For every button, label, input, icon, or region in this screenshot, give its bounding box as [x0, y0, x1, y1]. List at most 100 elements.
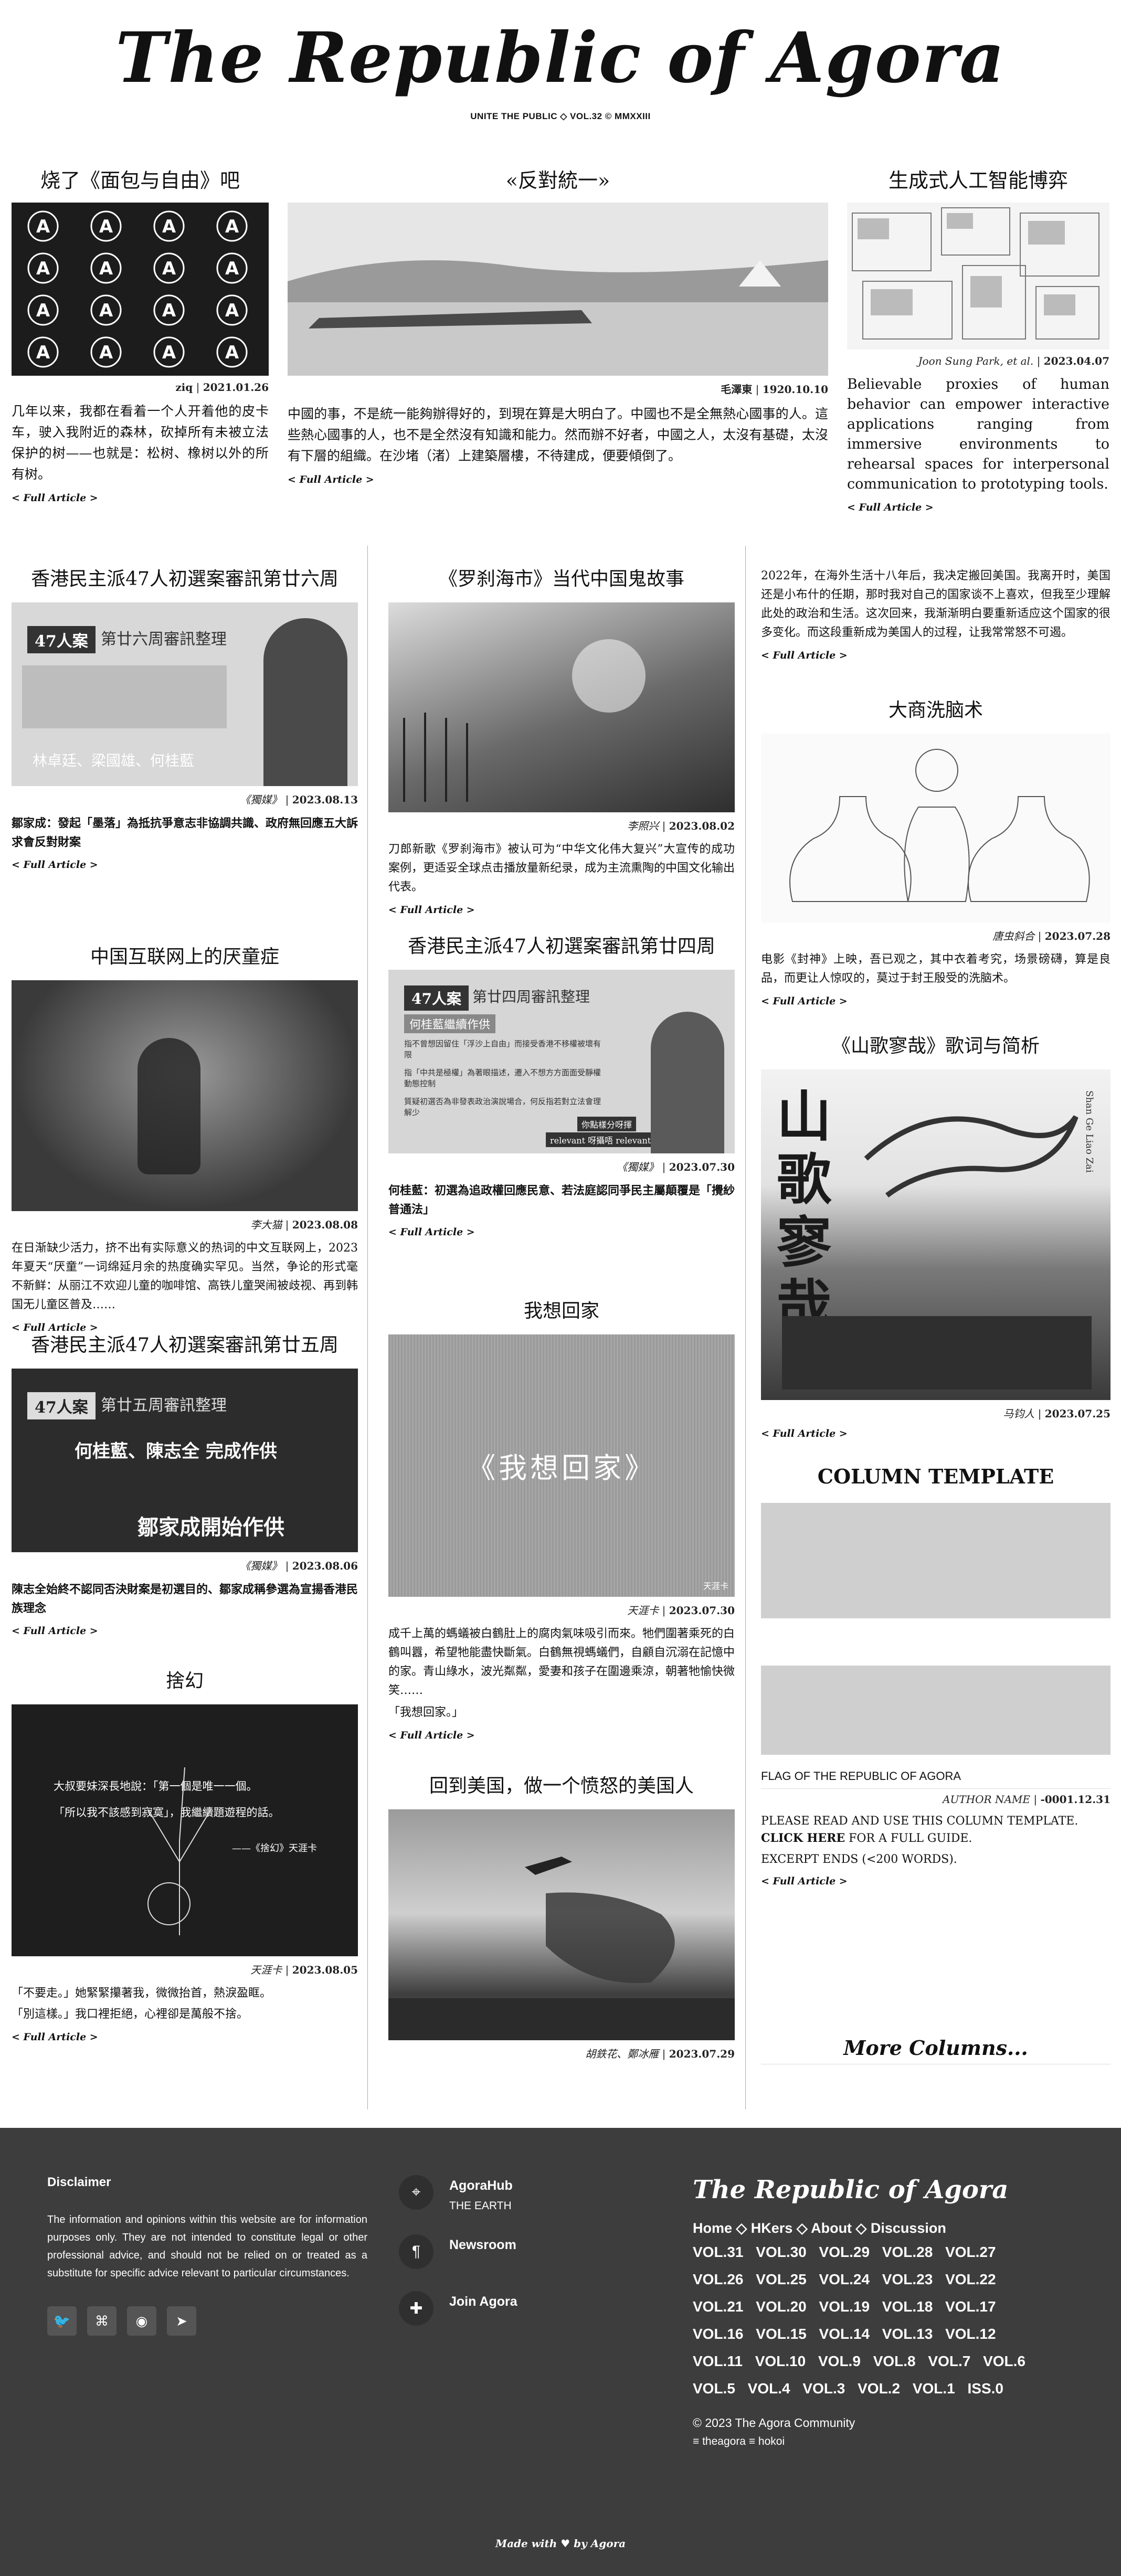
article-excerpt: 陳志全始終不認同否決財案是初選目的、鄒家成稱參選為宣揚香港民族理念 [12, 1583, 358, 1615]
full-article-link[interactable]: < Full Article > [388, 904, 475, 916]
article-title[interactable]: 烧了《面包与自由》吧 [12, 168, 269, 193]
article-shan-ge-liao-zai: 《山歌寥哉》歌词与简析 山歌寥哉 Shan Ge Liao Zai 马钧人 | … [761, 1034, 1111, 1439]
article-image: AAAA AAAA AAAA AAAA [12, 203, 269, 376]
image-bullet: 指不曾想因留住「浮沙上自由」而接受香港不移權被壞有限 [404, 1039, 601, 1059]
telegram-icon[interactable]: ➤ [167, 2306, 196, 2336]
full-article-link[interactable]: < Full Article > [12, 1322, 98, 1333]
article-title[interactable]: 生成式人工智能博弈 [847, 168, 1109, 193]
volume-link[interactable]: VOL.9 [818, 2353, 861, 2369]
image-quote: 你點樣分呀揮 [577, 1117, 637, 1131]
volume-link[interactable]: VOL.23 [882, 2271, 933, 2287]
full-article-link[interactable]: < Full Article > [761, 995, 848, 1007]
click-here-link[interactable]: CLICK HERE [761, 1831, 845, 1845]
article-want-to-go-home: 我想回家 《我想回家》 天涯卡 天涯卡 | 2023.07.30 成千上萬的螞蟻… [388, 1299, 735, 1741]
full-article-link[interactable]: < Full Article > [761, 1875, 848, 1887]
article-meta: 《獨媒》 | 2023.08.06 [240, 1560, 358, 1572]
volume-link[interactable]: VOL.5 [693, 2380, 735, 2397]
volume-link[interactable]: VOL.21 [693, 2298, 743, 2315]
full-article-link[interactable]: < Full Article > [388, 1226, 475, 1238]
image-panel [22, 665, 227, 728]
article-title[interactable]: «反對統一» [288, 168, 828, 193]
volume-link[interactable]: ISS.0 [968, 2380, 1003, 2397]
more-columns-link[interactable]: More Columns... [761, 2036, 1111, 2064]
volume-link[interactable]: VOL.18 [882, 2298, 933, 2315]
volume-link[interactable]: VOL.2 [858, 2380, 900, 2397]
volume-link[interactable]: VOL.28 [882, 2244, 933, 2260]
article-angry-american-cont: 2022年，在海外生活十八年后，我决定搬回美国。我离开时，美国还是小布什的任期，… [761, 567, 1111, 661]
volume-link[interactable]: VOL.13 [882, 2326, 933, 2342]
volume-link[interactable]: VOL.26 [693, 2271, 743, 2287]
article-excerpt: Believable proxies of human behavior can… [847, 376, 1109, 492]
join-agora-link[interactable]: ✚ Join Agora [399, 2291, 661, 2326]
twitter-icon[interactable]: 🐦 [47, 2306, 77, 2336]
svg-text:A: A [225, 342, 239, 363]
volume-link[interactable]: VOL.24 [819, 2271, 870, 2287]
volume-link[interactable]: VOL.6 [983, 2353, 1025, 2369]
volume-link[interactable]: VOL.15 [756, 2326, 806, 2342]
newsroom-link[interactable]: ¶ Newsroom [399, 2234, 661, 2269]
article-excerpt: 「別這樣。」我口裡拒絕，心裡卻是萬般不捨。 [12, 2008, 249, 2021]
article-title[interactable]: 大商洗脑术 [761, 698, 1111, 723]
volume-link[interactable]: VOL.31 [693, 2244, 743, 2260]
article-title[interactable]: COLUMN TEMPLATE [761, 1464, 1111, 1489]
article-image [761, 734, 1111, 923]
full-article-link[interactable]: < Full Article > [12, 492, 98, 504]
github-icon[interactable]: ⌘ [87, 2306, 117, 2336]
site-title[interactable]: The Republic of Agora [0, 19, 1121, 98]
template-text: CLICK HERE FOR A FULL GUIDE. [761, 1831, 972, 1845]
volume-link[interactable]: VOL.4 [748, 2380, 790, 2397]
column-divider [745, 546, 746, 2109]
article-excerpt: 何桂藍：初選為追政權回應民意、若法庭認同爭民主屬顛覆是「攪紗普通法」 [388, 1184, 735, 1216]
volume-link[interactable]: VOL.7 [928, 2353, 970, 2369]
article-bread-and-freedom: 烧了《面包与自由》吧 AAAA AAAA AAAA AAAA ziq | 202… [12, 168, 269, 504]
footer-menu[interactable]: Home ◇ HKers ◇ About ◇ Discussion [693, 2220, 1060, 2236]
full-article-link[interactable]: < Full Article > [12, 2031, 98, 2043]
volume-link[interactable]: VOL.16 [693, 2326, 743, 2342]
article-title[interactable]: 香港民主派47人初選案審訊第廿四周 [388, 934, 735, 959]
full-article-link[interactable]: < Full Article > [288, 474, 374, 485]
article-meta: 唐虫斜合 | 2023.07.28 [992, 930, 1111, 942]
article-title[interactable]: 回到美国，做一个愤怒的美国人 [388, 1774, 735, 1799]
article-title[interactable]: 香港民主派47人初選案審訊第廿五周 [12, 1333, 358, 1358]
image-headline: 第廿五周審訊整理 [101, 1396, 227, 1415]
full-article-link[interactable]: < Full Article > [388, 1730, 475, 1741]
volume-link[interactable]: VOL.3 [802, 2380, 845, 2397]
full-article-link[interactable]: < Full Article > [761, 650, 848, 661]
footer-brand[interactable]: The Republic of Agora [693, 2175, 1060, 2204]
volume-link[interactable]: VOL.22 [945, 2271, 996, 2287]
image-headline: 第廿六周審訊整理 [101, 630, 227, 649]
agorahub-link[interactable]: ⌖ AgoraHub THE EARTH [399, 2175, 661, 2212]
full-article-link[interactable]: < Full Article > [847, 502, 934, 513]
volume-link[interactable]: VOL.17 [945, 2298, 996, 2315]
volume-link[interactable]: VOL.10 [755, 2353, 806, 2369]
volume-link[interactable]: VOL.19 [819, 2298, 870, 2315]
article-image: 《我想回家》 天涯卡 [388, 1334, 735, 1597]
article-hk47-week24: 香港民主派47人初選案審訊第廿四周 47人案 第廿四周審訊整理 何桂藍繼續作供 … [388, 934, 735, 1238]
article-title[interactable]: 《山歌寥哉》歌词与简析 [761, 1034, 1111, 1059]
full-article-link[interactable]: < Full Article > [761, 1428, 848, 1439]
volume-link[interactable]: VOL.14 [819, 2326, 870, 2342]
volume-link[interactable]: VOL.29 [819, 2244, 870, 2260]
article-title[interactable]: 《罗刹海市》当代中国鬼故事 [388, 567, 735, 592]
full-article-link[interactable]: < Full Article > [12, 859, 98, 871]
volume-link[interactable]: VOL.11 [693, 2353, 743, 2369]
article-title[interactable]: 香港民主派47人初選案審訊第廿六周 [12, 567, 358, 592]
article-title[interactable]: 捨幻 [12, 1669, 358, 1694]
volume-link[interactable]: VOL.20 [756, 2298, 806, 2315]
tagline: UNITE THE PUBLIC ◇ VOL.32 © MMXXIII [470, 111, 651, 121]
reddit-icon[interactable]: ◉ [127, 2306, 156, 2336]
article-meta: 《獨媒》 | 2023.07.30 [617, 1161, 735, 1173]
article-title[interactable]: 我想回家 [388, 1299, 735, 1324]
anarchy-symbols-grid: AAAA AAAA AAAA AAAA [27, 210, 248, 368]
map-pin-icon: ⌖ [399, 2175, 433, 2210]
disclaimer-title: Disclaimer [47, 2175, 111, 2189]
volume-link[interactable]: VOL.27 [945, 2244, 996, 2260]
article-meta: 李照兴 | 2023.08.02 [627, 820, 735, 832]
volume-link[interactable]: VOL.1 [913, 2380, 955, 2397]
volume-link[interactable]: VOL.30 [756, 2244, 806, 2260]
volume-link[interactable]: VOL.25 [756, 2271, 806, 2287]
full-article-link[interactable]: < Full Article > [12, 1625, 98, 1637]
volume-link[interactable]: VOL.8 [873, 2353, 916, 2369]
volume-link[interactable]: VOL.12 [945, 2326, 996, 2342]
article-title[interactable]: 中国互联网上的厌童症 [12, 945, 358, 970]
